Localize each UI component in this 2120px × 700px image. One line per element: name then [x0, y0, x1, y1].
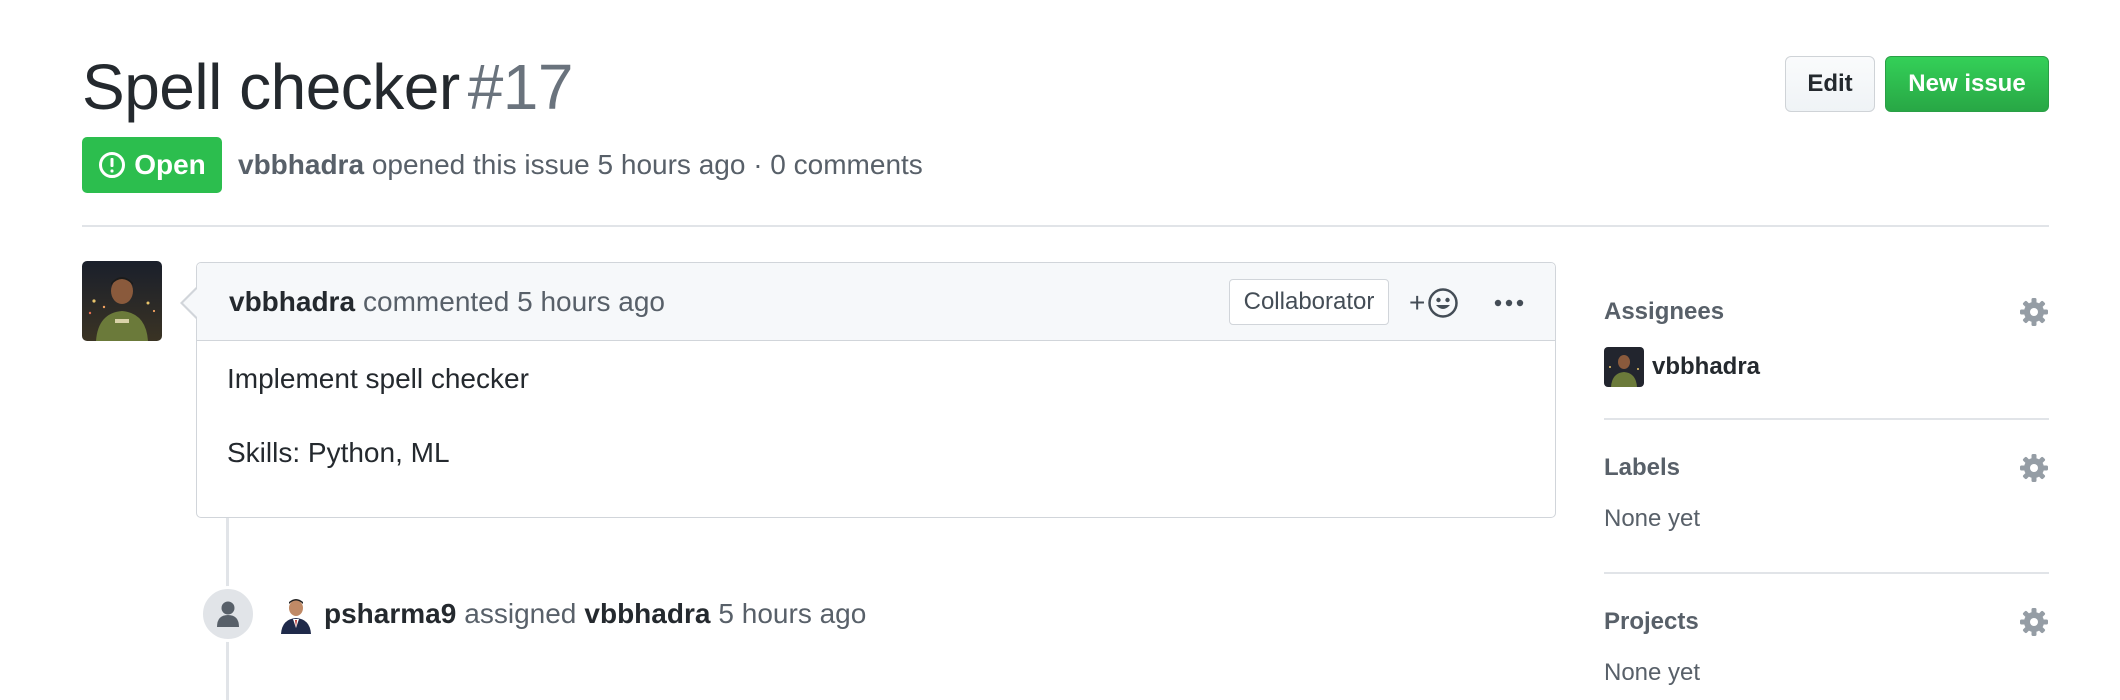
labels-value: None yet: [1604, 505, 1701, 532]
person-icon: [215, 600, 241, 628]
kebab-horizontal-icon: [1494, 299, 1524, 307]
sidebar-projects: Projects None yet: [1604, 605, 2049, 687]
timeline-event-badge: [200, 586, 256, 642]
timeline-event: psharma9 assigned vbbhadra 5 hours ago: [276, 592, 866, 636]
event-actor-link[interactable]: psharma9: [324, 598, 456, 630]
labels-title[interactable]: Labels: [1604, 451, 2049, 485]
new-issue-button[interactable]: New issue: [1885, 56, 2049, 112]
sidebar-labels: Labels None yet: [1604, 451, 2049, 533]
reaction-plus: +: [1409, 287, 1426, 318]
issue-opened-info: vbbhadra opened this issue 5 hours ago ·…: [238, 149, 923, 181]
comment-header-text: vbbhadra commented 5 hours ago: [229, 263, 665, 341]
issue-state-badge: Open: [82, 137, 222, 193]
event-verb: assigned: [464, 598, 577, 629]
assignee-avatar: [1604, 347, 1644, 387]
projects-value: None yet: [1604, 659, 1701, 686]
assignee-name: vbbhadra: [1652, 353, 1761, 380]
edit-button[interactable]: Edit: [1785, 56, 1875, 112]
issue-page: Spell checker #17 Edit New issue Open vbb…: [0, 0, 2120, 700]
issue-number: #17: [467, 51, 574, 123]
comment-header: vbbhadra commented 5 hours ago Collabora…: [183, 263, 1555, 341]
issue-author-link[interactable]: vbbhadra: [238, 149, 364, 180]
projects-title[interactable]: Projects: [1604, 605, 2049, 639]
issue-opened-icon: [98, 151, 126, 179]
comment-caret-inner: [183, 289, 197, 317]
gear-icon[interactable]: [2019, 297, 2049, 332]
add-reaction-button[interactable]: +: [1409, 283, 1469, 323]
event-actor-avatar[interactable]: [276, 594, 316, 634]
assignees-title[interactable]: Assignees: [1604, 295, 2049, 329]
comment-author-avatar[interactable]: [82, 261, 162, 341]
sidebar-divider: [1604, 418, 2049, 420]
issue-meta: Open vbbhadra opened this issue 5 hours …: [82, 137, 923, 193]
sidebar-assignees: Assignees vbbhadra: [1604, 295, 2049, 387]
event-target-link[interactable]: vbbhadra: [584, 598, 710, 630]
comment-timestamp[interactable]: commented 5 hours ago: [363, 286, 665, 318]
comment-body-line: Skills: Python, ML: [227, 437, 450, 468]
issue-title: Spell checker #17: [82, 50, 573, 124]
smiley-icon: [1427, 287, 1459, 319]
comment-options-button[interactable]: [1489, 283, 1529, 323]
comment-box: vbbhadra commented 5 hours ago Collabora…: [180, 262, 1556, 518]
issue-title-text: Spell checker: [82, 51, 460, 123]
comment-body-line: Implement spell checker: [227, 363, 529, 394]
event-timestamp[interactable]: 5 hours ago: [718, 598, 866, 630]
issue-state-label: Open: [134, 149, 206, 180]
collaborator-badge: Collaborator: [1229, 279, 1389, 325]
gear-icon[interactable]: [2019, 453, 2049, 488]
gear-icon[interactable]: [2019, 607, 2049, 642]
comment-body: Implement spell checker Skills: Python, …: [227, 361, 529, 509]
assignee-item[interactable]: vbbhadra: [1604, 347, 2049, 387]
sidebar-divider: [1604, 572, 2049, 574]
issue-opened-text: opened this issue 5 hours ago · 0 commen…: [371, 149, 923, 180]
comment-author-link[interactable]: vbbhadra: [229, 286, 355, 318]
header-divider: [82, 225, 2049, 227]
